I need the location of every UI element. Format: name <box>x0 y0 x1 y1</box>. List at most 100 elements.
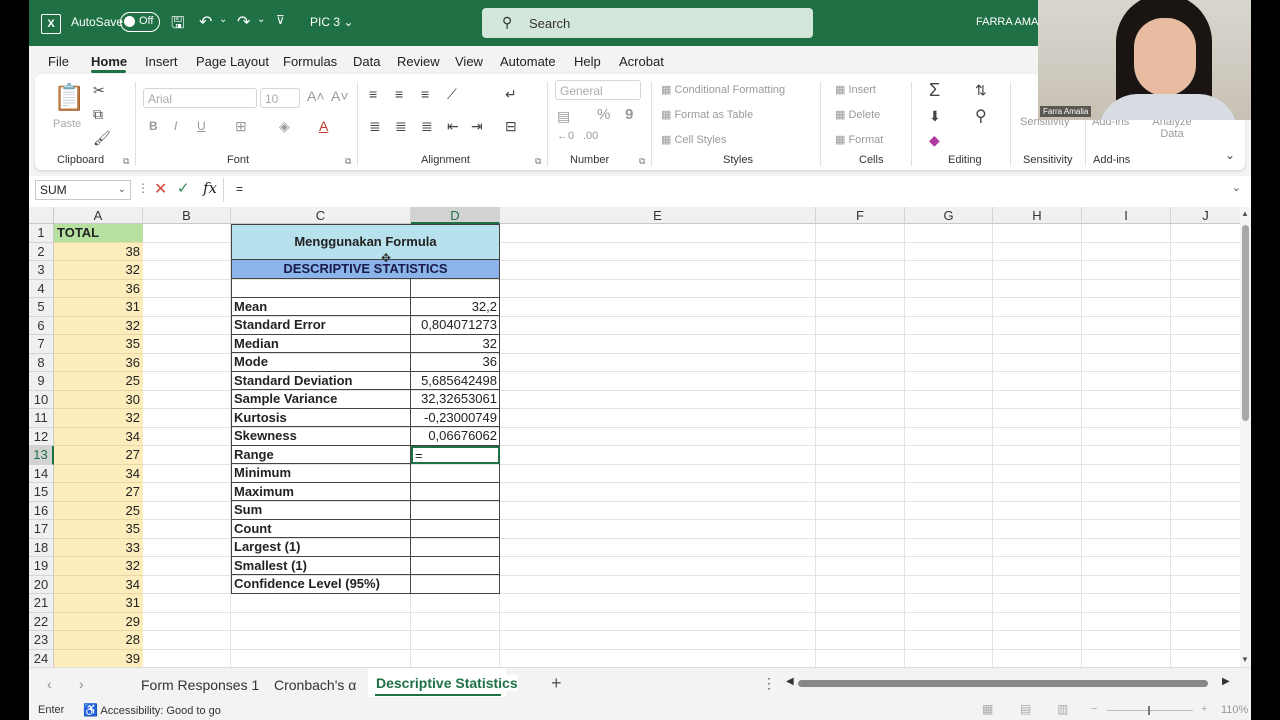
font-size-select[interactable]: 10 <box>260 88 300 108</box>
stat-label-cell[interactable]: Median <box>231 334 411 353</box>
stat-value-cell[interactable] <box>411 538 500 557</box>
tab-formulas[interactable]: Formulas <box>283 54 337 69</box>
clipboard-launcher-icon[interactable]: ⧉ <box>123 156 129 167</box>
currency-icon[interactable]: ▤ <box>557 108 570 125</box>
stat-value-cell[interactable] <box>411 556 500 575</box>
stat-value-cell[interactable] <box>411 464 500 483</box>
align-top-icon[interactable]: ≡ <box>369 86 377 102</box>
stat-value-cell[interactable]: 0,804071273 <box>411 316 500 335</box>
align-right-icon[interactable]: ≣ <box>421 118 433 135</box>
total-value-cell[interactable]: 34 <box>54 464 143 483</box>
tab-acrobat[interactable]: Acrobat <box>619 54 664 69</box>
cell-styles-button[interactable]: ▦ Cell Styles <box>661 133 726 146</box>
row-header-2[interactable]: 2 <box>29 242 54 261</box>
row-header-1[interactable]: 1 <box>29 224 54 243</box>
row-header-14[interactable]: 14 <box>29 464 54 483</box>
format-cells-button[interactable]: ▦ Format <box>835 133 883 146</box>
font-launcher-icon[interactable]: ⧉ <box>345 156 351 167</box>
column-header-e[interactable]: E <box>500 207 816 224</box>
increase-indent-icon[interactable]: ⇥ <box>471 118 483 135</box>
stat-value-cell[interactable] <box>411 501 500 520</box>
stat-value-cell[interactable]: 5,685642498 <box>411 371 500 390</box>
number-format-select[interactable]: General <box>555 80 641 100</box>
stat-label-cell[interactable]: Count <box>231 519 411 538</box>
add-sheet-icon[interactable]: + <box>551 673 562 694</box>
column-header-j[interactable]: J <box>1171 207 1241 224</box>
total-value-cell[interactable]: 31 <box>54 594 143 613</box>
column-header-h[interactable]: H <box>993 207 1082 224</box>
align-middle-icon[interactable]: ≡ <box>395 86 403 102</box>
fill-color-icon[interactable]: ◈ <box>279 118 290 135</box>
undo-dropdown-icon[interactable]: ⌄ <box>219 14 227 25</box>
total-value-cell[interactable]: 38 <box>54 242 143 261</box>
total-value-cell[interactable]: 32 <box>54 409 143 428</box>
zoom-slider[interactable] <box>1107 710 1193 711</box>
stat-label-cell[interactable]: Sum <box>231 501 411 520</box>
find-select-icon[interactable]: ⚲ <box>975 106 987 126</box>
row-header-16[interactable]: 16 <box>29 501 54 520</box>
total-value-cell[interactable]: 25 <box>54 501 143 520</box>
total-value-cell[interactable]: 32 <box>54 557 143 576</box>
align-center-icon[interactable]: ≣ <box>395 118 407 135</box>
stat-value-cell[interactable] <box>411 519 500 538</box>
font-name-select[interactable]: Arial <box>143 88 257 108</box>
cancel-icon[interactable]: ✕ <box>154 179 167 199</box>
search-box[interactable]: ⚲ Search <box>482 8 813 38</box>
row-header-22[interactable]: 22 <box>29 612 54 631</box>
enter-icon[interactable]: ✓ <box>177 179 190 197</box>
total-value-cell[interactable]: 29 <box>54 612 143 631</box>
stat-label-cell[interactable]: Skewness <box>231 427 411 446</box>
sheet-tab-cronbach[interactable]: Cronbach's α <box>274 677 356 693</box>
column-header-d[interactable]: D <box>411 207 500 224</box>
row-header-6[interactable]: 6 <box>29 316 54 335</box>
column-header-b[interactable]: B <box>143 207 231 224</box>
more-options-icon[interactable]: ⋮ <box>762 675 776 692</box>
stat-value-cell[interactable] <box>411 575 500 594</box>
increase-decimal-icon[interactable]: ←0 <box>557 130 574 142</box>
horizontal-scroll-thumb[interactable] <box>798 680 1208 687</box>
row-header-20[interactable]: 20 <box>29 575 54 594</box>
cut-icon[interactable]: ✂ <box>93 82 105 99</box>
percent-button[interactable]: % <box>597 106 610 123</box>
align-left-icon[interactable]: ≣ <box>369 118 381 135</box>
scroll-left-icon[interactable]: ◀ <box>786 676 794 687</box>
row-header-11[interactable]: 11 <box>29 409 54 428</box>
scroll-right-icon[interactable]: ▶ <box>1222 676 1230 687</box>
borders-icon[interactable]: ⊞ <box>235 118 247 135</box>
normal-view-icon[interactable]: ▦ <box>982 702 993 716</box>
total-value-cell[interactable]: 35 <box>54 520 143 539</box>
stats-subtitle-cell[interactable]: DESCRIPTIVE STATISTICS <box>231 260 500 279</box>
stat-label-cell[interactable] <box>231 279 411 298</box>
redo-dropdown-icon[interactable]: ⌄ <box>257 14 265 25</box>
name-box-dropdown-icon[interactable]: ⌄ <box>118 181 126 199</box>
total-value-cell[interactable]: 39 <box>54 649 143 667</box>
expand-formula-bar-icon[interactable]: ⌄ <box>1232 181 1241 194</box>
row-header-15[interactable]: 15 <box>29 483 54 502</box>
tab-view[interactable]: View <box>455 54 483 69</box>
stat-value-cell[interactable] <box>411 482 500 501</box>
italic-button[interactable]: I <box>174 119 177 133</box>
zoom-slider-thumb[interactable] <box>1148 706 1150 715</box>
total-value-cell[interactable]: 34 <box>54 427 143 446</box>
total-value-cell[interactable]: 35 <box>54 335 143 354</box>
row-header-19[interactable]: 19 <box>29 557 54 576</box>
row-header-17[interactable]: 17 <box>29 520 54 539</box>
row-header-9[interactable]: 9 <box>29 372 54 391</box>
name-box[interactable]: SUM ⌄ <box>35 180 131 200</box>
column-header-c[interactable]: C <box>231 207 411 224</box>
stat-label-cell[interactable]: Confidence Level (95%) <box>231 575 411 594</box>
total-value-cell[interactable]: 36 <box>54 353 143 372</box>
total-value-cell[interactable]: 28 <box>54 631 143 650</box>
total-value-cell[interactable]: 25 <box>54 372 143 391</box>
alignment-launcher-icon[interactable]: ⧉ <box>535 156 541 167</box>
stat-label-cell[interactable]: Standard Error <box>231 316 411 335</box>
stat-label-cell[interactable]: Kurtosis <box>231 408 411 427</box>
tab-data[interactable]: Data <box>353 54 380 69</box>
stat-value-cell[interactable]: 32,2 <box>411 297 500 316</box>
sheet-tab-form-responses[interactable]: Form Responses 1 <box>141 677 259 693</box>
stat-label-cell[interactable]: Maximum <box>231 482 411 501</box>
increase-font-icon[interactable]: A˄ <box>307 88 325 104</box>
tab-automate[interactable]: Automate <box>500 54 556 69</box>
worksheet-grid[interactable]: A B C D E F G H I J 1 2 3 4 5 6 7 8 9 10 11 12 13 14 15 16 17 18 19 2… <box>29 207 1241 667</box>
select-all-corner[interactable] <box>29 207 54 224</box>
